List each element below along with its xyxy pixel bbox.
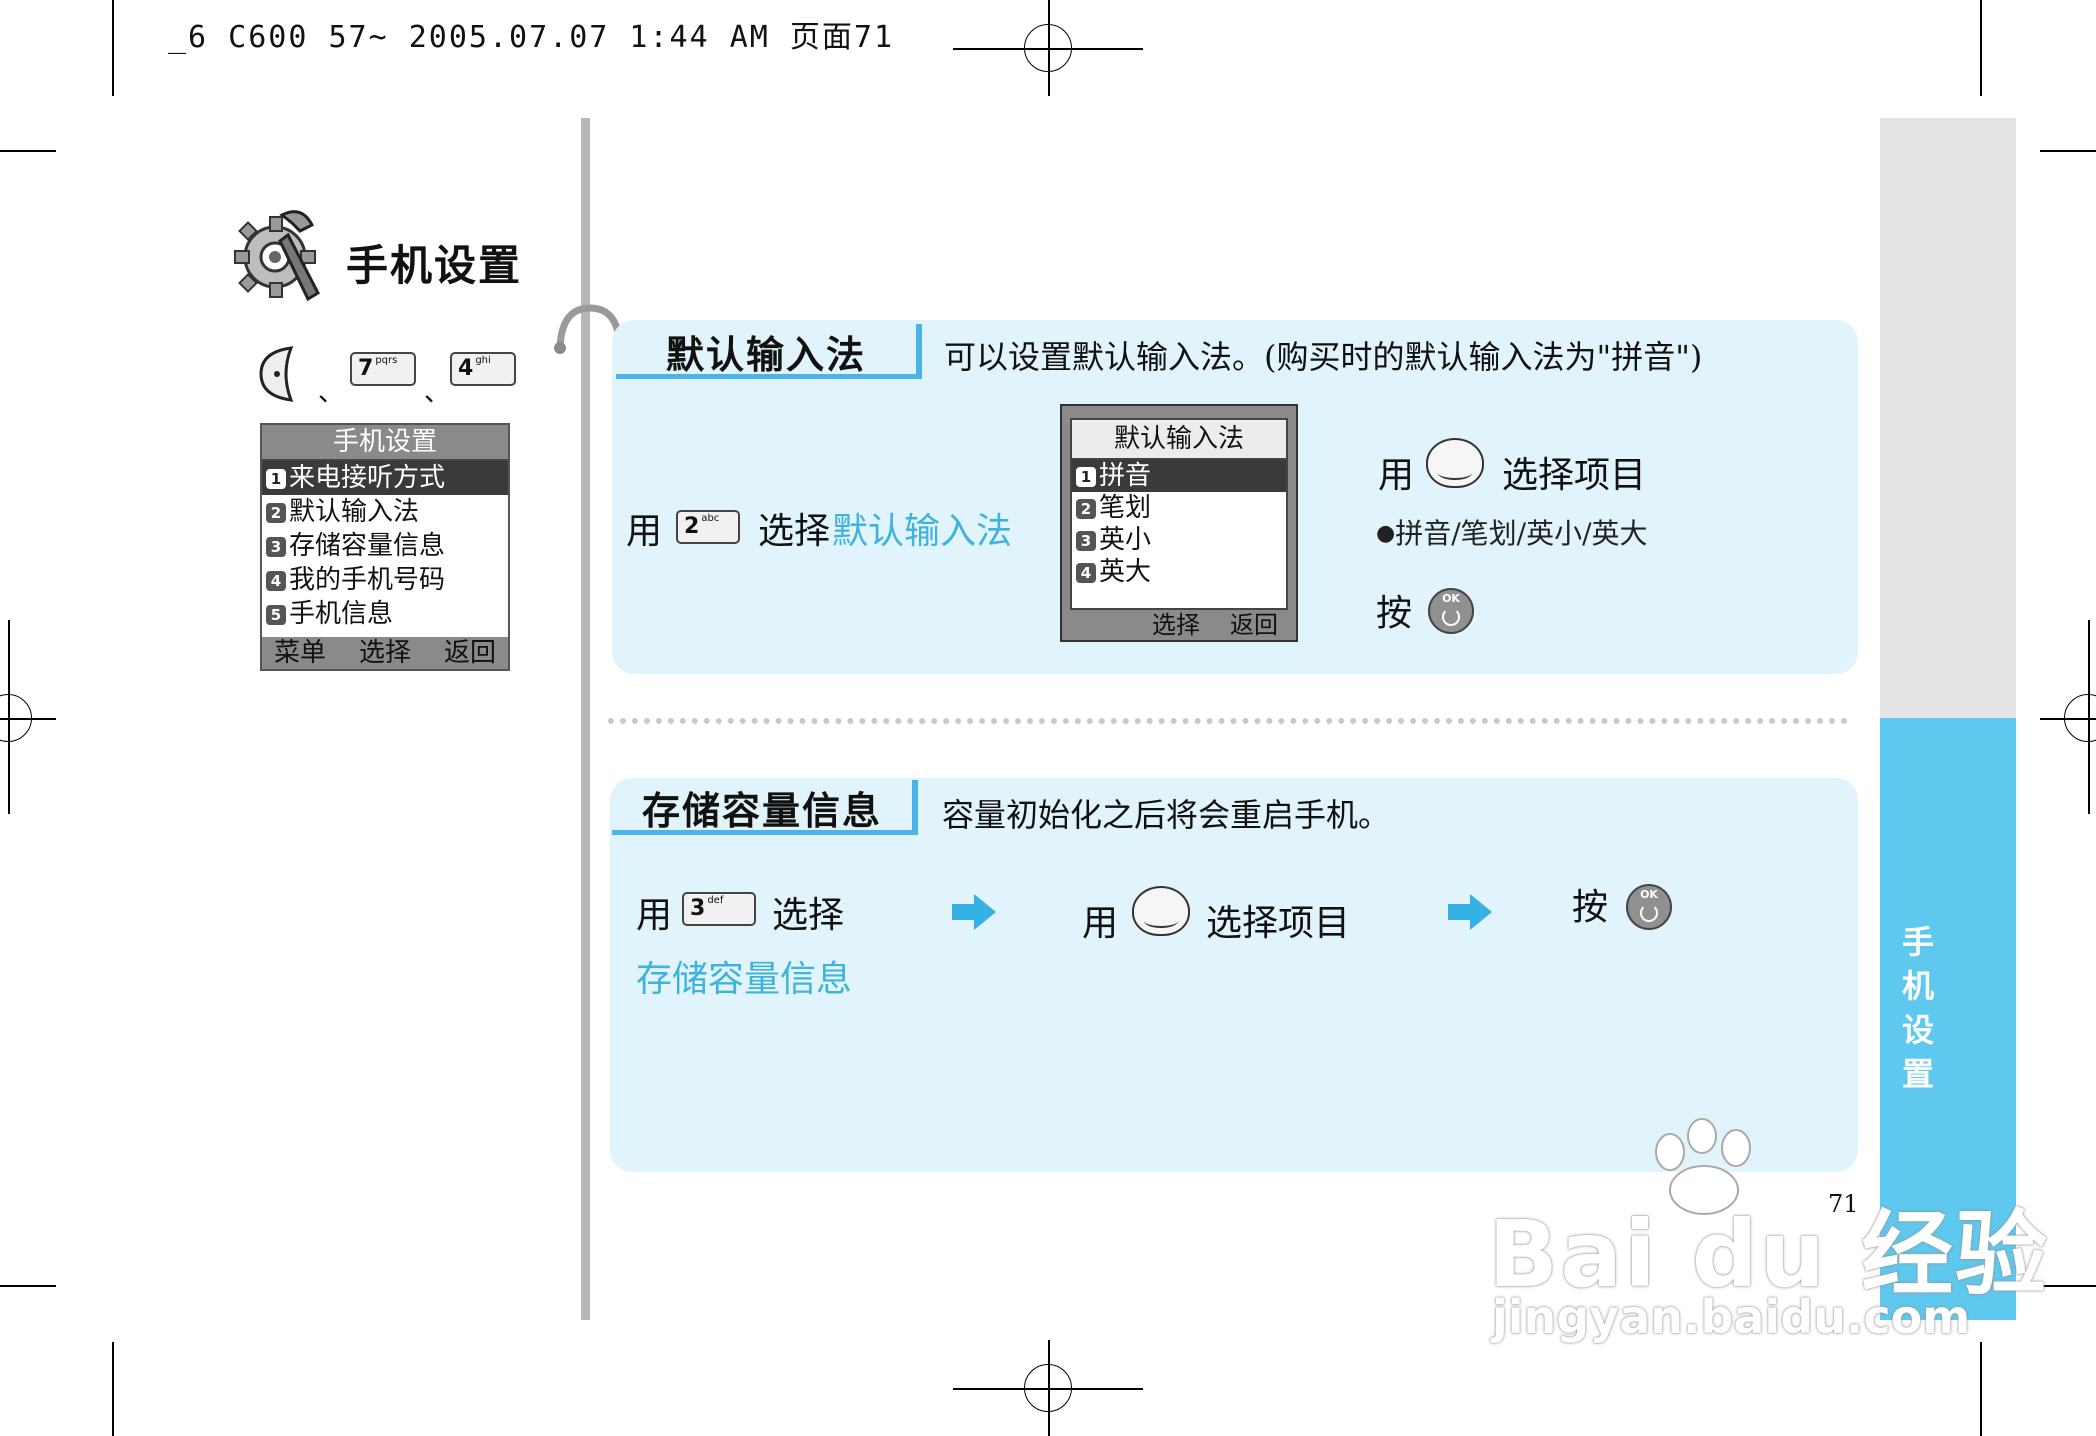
menu-item: 3 存储容量信息 — [262, 529, 508, 563]
menu-item: 2 默认输入法 — [262, 495, 508, 529]
nav-select-label: 选择项目 — [1502, 455, 1647, 496]
phone-menu-title: 手机设置 — [262, 425, 508, 461]
chapter-title: 手机设置 — [346, 241, 523, 290]
nav-use-label: 用 — [1082, 903, 1119, 944]
section-description: 可以设置默认输入法。(购买时的默认输入法为"拼音") — [944, 338, 1703, 376]
heading-bar — [916, 324, 922, 379]
section-heading: 存储容量信息 — [642, 788, 883, 833]
menu-item: 5 手机信息 — [262, 597, 508, 631]
section-heading: 默认输入法 — [666, 332, 867, 377]
key-2: 2 abc — [676, 510, 740, 544]
watermark-url: jingyan.baidu.com — [1492, 1290, 1971, 1344]
gear-wrench-icon — [230, 205, 330, 309]
option-item: 1 拼音 — [1072, 460, 1286, 492]
key-7: 7 pqrs — [350, 352, 416, 386]
side-tab-top — [1880, 118, 2016, 718]
menu-item: 1 来电接听方式 — [262, 461, 508, 495]
step-select-label: 选择 — [772, 895, 845, 936]
screen-softkey-back: 返回 — [1230, 611, 1278, 639]
nav-key-icon — [1132, 886, 1190, 936]
separator: 、 — [318, 378, 345, 408]
side-tab-label: 手机设置 — [1901, 923, 1934, 1093]
column-divider — [581, 118, 590, 1320]
key-4: 4 ghi — [450, 352, 516, 386]
option-item: 4 英大 — [1072, 556, 1286, 588]
separator: 、 — [424, 378, 451, 408]
ok-key-icon: OK — [1428, 588, 1474, 634]
nav-select-label: 选择项目 — [1206, 903, 1351, 944]
heading-underline — [612, 830, 918, 835]
section-divider — [608, 718, 1848, 724]
step-highlight: 存储容量信息 — [636, 959, 853, 1000]
phone-input-screen: 默认输入法 1 拼音 2 笔划 3 英小 4 英大 选择 返回 — [1060, 404, 1298, 642]
press-label: 按 — [1376, 593, 1413, 634]
key-3: 3 def — [682, 892, 756, 926]
option-item: 3 英小 — [1072, 524, 1286, 556]
arrow-right-icon — [952, 892, 998, 936]
screen-title: 默认输入法 — [1072, 420, 1286, 460]
nav-key-icon — [1426, 438, 1484, 488]
print-header: _6 C600 57~ 2005.07.07 1:44 AM 页面71 — [168, 20, 895, 55]
menu-item: 4 我的手机号码 — [262, 563, 508, 597]
section-description: 容量初始化之后将会重启手机。 — [942, 796, 1391, 834]
step-highlight: 默认输入法 — [832, 511, 1013, 552]
option-item: 2 笔划 — [1072, 492, 1286, 524]
left-nav-key-icon — [257, 344, 297, 404]
step-use-label: 用 — [626, 511, 663, 552]
arrow-right-icon — [1448, 892, 1494, 936]
ok-key-icon: OK — [1626, 884, 1672, 930]
press-label: 按 — [1572, 887, 1609, 928]
options-list: ●拼音/笔划/英小/英大 — [1376, 517, 1648, 550]
step-use-label: 用 — [636, 895, 673, 936]
heading-underline — [616, 374, 922, 379]
screen-softkey-select: 选择 — [1152, 611, 1200, 639]
nav-use-label: 用 — [1378, 455, 1415, 496]
heading-bar — [912, 780, 918, 835]
step-select-label: 选择 — [758, 511, 831, 552]
phone-menu-screen: 手机设置 1 来电接听方式 2 默认输入法 3 存储容量信息 4 我的手机号码 5 手机信… — [260, 423, 510, 671]
phone-softkeys: 菜单 选择 返回 — [262, 637, 508, 669]
